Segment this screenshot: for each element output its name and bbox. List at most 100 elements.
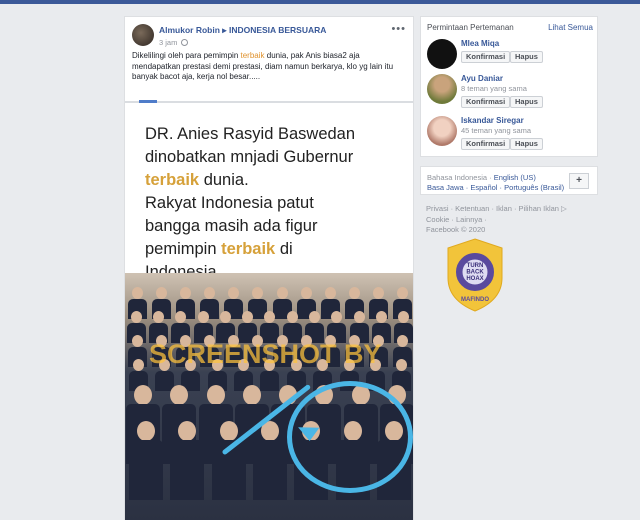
- avatar[interactable]: [427, 116, 457, 146]
- person-figure: [234, 385, 269, 464]
- person-figure: [148, 311, 168, 343]
- post-body-text: Dikelilingi oleh para pemimpin terbaik d…: [132, 51, 408, 83]
- person-figure: [272, 287, 292, 319]
- image-quote-text: DR. Anies Rasyid Baswedan dinobatkan mnj…: [145, 123, 407, 284]
- person-figure: [349, 311, 369, 343]
- quote-text-part: pemimpin: [145, 240, 222, 258]
- language-row: Basa Jawa · Español · Português (Brasil): [427, 183, 564, 192]
- post-timestamp[interactable]: 3 jam: [159, 38, 189, 47]
- person-figure: [175, 287, 195, 319]
- post-text-part: Dikelilingi oleh para pemimpin: [132, 51, 241, 60]
- friend-request-actions: Konfirmasi Hapus: [461, 138, 581, 150]
- current-language: Bahasa Indonesia: [427, 173, 488, 182]
- person-figure: [127, 287, 147, 319]
- author-avatar[interactable]: [132, 24, 154, 46]
- quote-gold-word: terbaik: [221, 240, 276, 258]
- globe-icon: [181, 39, 189, 46]
- quote-gold-word: terbaik: [145, 171, 200, 189]
- person-figure: [193, 311, 213, 343]
- quote-line: dinobatkan mnjadi Gubernur: [145, 148, 354, 166]
- footer-links[interactable]: Privasi · Ketentuan · Iklan · Pilihan Ik…: [426, 204, 576, 215]
- person-figure: [127, 335, 147, 367]
- shared-image-text-panel: DR. Anies Rasyid Baswedan dinobatkan mnj…: [125, 93, 413, 284]
- person-figure: [393, 335, 413, 367]
- add-language-button[interactable]: +: [569, 173, 589, 189]
- mutual-friends-count[interactable]: 8 teman yang sama: [461, 84, 527, 93]
- quote-text-part: di: [275, 240, 293, 258]
- language-link-jawa[interactable]: Basa Jawa: [427, 183, 464, 192]
- friend-request-actions: Konfirmasi Hapus: [461, 51, 581, 63]
- person-figure: [369, 287, 389, 319]
- person-figure: [162, 385, 197, 464]
- quote-line: pemimpin terbaik di: [145, 238, 407, 261]
- image-tab-bar: [125, 100, 413, 103]
- avatar[interactable]: [427, 74, 457, 104]
- badge-text-back: BACK: [466, 270, 484, 276]
- post-card: Almukor Robin ▸ INDONESIA BERSUARA 3 jam…: [124, 16, 414, 520]
- confirm-button[interactable]: Konfirmasi: [461, 51, 511, 63]
- post-header: Almukor Robin ▸ INDONESIA BERSUARA 3 jam…: [132, 23, 408, 49]
- quote-line: DR. Anies Rasyid Baswedan: [145, 125, 356, 143]
- more-options-icon[interactable]: •••: [391, 23, 406, 35]
- confirm-button[interactable]: Konfirmasi: [461, 138, 511, 150]
- author-name-link[interactable]: Almukor Robin: [159, 25, 220, 35]
- language-row: Bahasa Indonesia · English (US): [427, 173, 536, 182]
- friend-name-link[interactable]: Ayu Daniar: [461, 74, 503, 83]
- avatar[interactable]: [427, 39, 457, 69]
- language-link-portugues[interactable]: Português (Brasil): [504, 183, 564, 192]
- person-figure: [170, 421, 205, 500]
- person-figure: [394, 311, 413, 343]
- confirm-button[interactable]: Konfirmasi: [461, 96, 511, 108]
- post-text-highlight: terbaik: [240, 51, 265, 60]
- footer-links[interactable]: Cookie · Lainnya ·: [426, 215, 576, 226]
- person-figure: [327, 311, 347, 343]
- language-link-english[interactable]: English (US): [494, 173, 536, 182]
- language-link-espanol[interactable]: Español: [470, 183, 497, 192]
- language-separator: ·: [487, 173, 494, 182]
- delete-button[interactable]: Hapus: [510, 51, 543, 63]
- person-figure: [393, 287, 413, 319]
- friend-request-item: Mlea Miqa Konfirmasi Hapus: [427, 39, 593, 73]
- mutual-friends-count[interactable]: 45 teman yang sama: [461, 126, 531, 135]
- image-tab-active-indicator: [139, 100, 157, 103]
- person-figure: [224, 287, 244, 319]
- footer-copyright: Facebook © 2020: [426, 225, 486, 234]
- turnbackhoax-logo: TURN BACK HOAX MAFINDO: [447, 238, 503, 312]
- person-figure: [305, 311, 325, 343]
- person-figure: [151, 287, 171, 319]
- person-figure: [260, 311, 280, 343]
- person-figure: [215, 311, 235, 343]
- person-figure: [296, 287, 316, 319]
- person-figure: [126, 311, 146, 343]
- friend-request-item: Ayu Daniar 8 teman yang sama Konfirmasi …: [427, 74, 593, 108]
- quote-text-part: dunia.: [199, 171, 249, 189]
- post-author-line: Almukor Robin ▸ INDONESIA BERSUARA: [159, 25, 326, 36]
- person-figure: [344, 287, 364, 319]
- top-navigation-bar: [0, 0, 640, 4]
- person-figure: [200, 287, 220, 319]
- badge-text-turn: TURN: [467, 263, 484, 269]
- page-footer: Privasi · Ketentuan · Iklan · Pilihan Ik…: [426, 204, 576, 236]
- screenshot-watermark: SCREENSHOT BY: [149, 339, 382, 369]
- person-figure: [198, 385, 233, 464]
- see-all-link[interactable]: Lihat Semua: [548, 23, 593, 32]
- person-figure: [126, 385, 161, 464]
- person-figure: [371, 311, 391, 343]
- friend-name-link[interactable]: Mlea Miqa: [461, 39, 499, 48]
- person-figure: [320, 287, 340, 319]
- person-figure: [248, 287, 268, 319]
- person-figure: [128, 421, 163, 500]
- delete-button[interactable]: Hapus: [510, 96, 543, 108]
- person-figure: [211, 421, 246, 500]
- person-figure: [171, 311, 191, 343]
- delete-button[interactable]: Hapus: [510, 138, 543, 150]
- friend-name-link[interactable]: Iskandar Siregar: [461, 116, 524, 125]
- group-name-link[interactable]: INDONESIA BERSUARA: [229, 25, 326, 35]
- post-time[interactable]: 3 jam: [159, 38, 177, 47]
- badge-text-mafindo: MAFINDO: [461, 297, 489, 303]
- friend-request-actions: Konfirmasi Hapus: [461, 96, 581, 108]
- language-panel: Bahasa Indonesia · English (US) Basa Jaw…: [420, 166, 598, 195]
- quote-line: Rakyat Indonesia patut: [145, 194, 314, 212]
- quote-line: bangga masih ada figur: [145, 217, 318, 235]
- person-figure: [238, 311, 258, 343]
